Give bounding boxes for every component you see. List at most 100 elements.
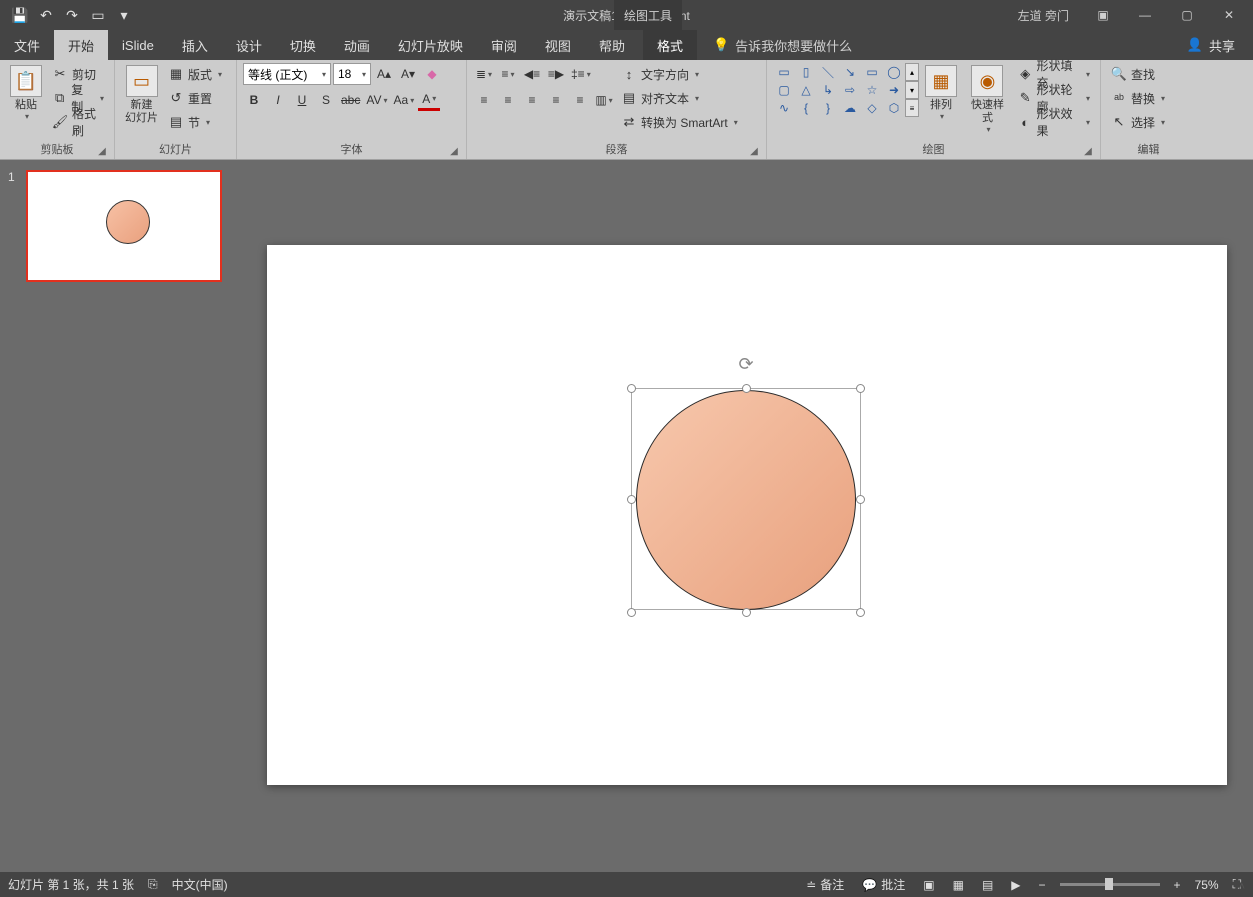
font-family-combo[interactable]: 等线 (正文)▾ bbox=[243, 63, 331, 85]
underline-button[interactable]: U bbox=[291, 89, 313, 111]
comments-button[interactable]: 💬批注 bbox=[858, 876, 909, 893]
tab-view[interactable]: 视图 bbox=[531, 30, 585, 60]
clipboard-launcher[interactable]: ◢ bbox=[96, 146, 108, 158]
zoom-slider[interactable] bbox=[1060, 883, 1160, 886]
change-case-button[interactable]: Aa▾ bbox=[392, 89, 417, 111]
justify-button[interactable]: ≡ bbox=[545, 89, 567, 111]
columns-button[interactable]: ▥▾ bbox=[593, 89, 615, 111]
ribbon-display-options[interactable]: ▣ bbox=[1083, 1, 1123, 29]
align-left-button[interactable]: ≡ bbox=[473, 89, 495, 111]
reading-view-button[interactable]: ▤ bbox=[978, 878, 997, 892]
decrease-indent-button[interactable]: ◀≡ bbox=[521, 63, 543, 85]
tab-format[interactable]: 格式 bbox=[643, 30, 697, 60]
slide[interactable]: ⟳ bbox=[267, 245, 1227, 785]
redo-button[interactable]: ↷ bbox=[60, 3, 84, 27]
shapes-scroll-down[interactable]: ▾ bbox=[905, 81, 919, 99]
selected-shape[interactable]: ⟳ bbox=[631, 388, 861, 613]
new-slide-button[interactable]: ▭ 新建 幻灯片 bbox=[121, 63, 162, 127]
start-from-beginning-button[interactable]: ▭ bbox=[86, 3, 110, 27]
shape-arrow-icon[interactable]: ↘ bbox=[839, 63, 861, 81]
user-name[interactable]: 左道 旁门 bbox=[1006, 7, 1081, 24]
resize-handle-sw[interactable] bbox=[627, 608, 636, 617]
resize-handle-w[interactable] bbox=[627, 495, 636, 504]
line-spacing-button[interactable]: ‡≡▾ bbox=[569, 63, 593, 85]
text-direction-button[interactable]: ↕文字方向▾ bbox=[617, 63, 742, 85]
clear-formatting-button[interactable]: ◆ bbox=[421, 63, 443, 85]
bullets-button[interactable]: ≣▾ bbox=[473, 63, 495, 85]
shape-bracket-icon[interactable]: { bbox=[795, 99, 817, 117]
tab-home[interactable]: 开始 bbox=[54, 30, 108, 60]
char-spacing-button[interactable]: AV▾ bbox=[364, 89, 389, 111]
font-size-combo[interactable]: 18▾ bbox=[333, 63, 371, 85]
find-button[interactable]: 🔍查找 bbox=[1107, 63, 1169, 85]
convert-smartart-button[interactable]: ⇄转换为 SmartArt▾ bbox=[617, 111, 742, 133]
zoom-level[interactable]: 75% bbox=[1195, 878, 1219, 892]
resize-handle-n[interactable] bbox=[742, 384, 751, 393]
shapes-gallery[interactable]: ▭ ▯ ＼ ↘ ▭ ◯ ▢ △ ↳ ⇨ ☆ ➜ ∿ { } ☁ ◇ bbox=[773, 63, 905, 117]
shape-callout-icon[interactable]: ☁ bbox=[839, 99, 861, 117]
shape-curve-icon[interactable]: ∿ bbox=[773, 99, 795, 117]
quick-styles-button[interactable]: ◉ 快速样式 ▾ bbox=[963, 63, 1012, 136]
spell-check-icon[interactable]: ⎘ bbox=[148, 877, 158, 892]
reset-button[interactable]: ↺重置 bbox=[164, 87, 226, 109]
align-right-button[interactable]: ≡ bbox=[521, 89, 543, 111]
distributed-button[interactable]: ≡ bbox=[569, 89, 591, 111]
maximize-button[interactable]: ▢ bbox=[1167, 1, 1207, 29]
zoom-out-button[interactable]: − bbox=[1035, 878, 1050, 892]
tab-islide[interactable]: iSlide bbox=[108, 30, 168, 60]
shape-textbox-icon[interactable]: ▭ bbox=[773, 63, 795, 81]
bold-button[interactable]: B bbox=[243, 89, 265, 111]
shape-connector-icon[interactable]: ↳ bbox=[817, 81, 839, 99]
notes-button[interactable]: ≐备注 bbox=[802, 876, 848, 893]
slide-thumbnail-1[interactable] bbox=[26, 170, 222, 282]
italic-button[interactable]: I bbox=[267, 89, 289, 111]
shape-arrow3-icon[interactable]: ➜ bbox=[883, 81, 905, 99]
paste-button[interactable]: 📋 粘贴 ▾ bbox=[6, 63, 46, 123]
tab-insert[interactable]: 插入 bbox=[168, 30, 222, 60]
undo-button[interactable]: ↶ bbox=[34, 3, 58, 27]
shape-vtextbox-icon[interactable]: ▯ bbox=[795, 63, 817, 81]
tab-animation[interactable]: 动画 bbox=[330, 30, 384, 60]
drawing-launcher[interactable]: ◢ bbox=[1082, 146, 1094, 158]
shapes-scroll-up[interactable]: ▴ bbox=[905, 63, 919, 81]
tab-design[interactable]: 设计 bbox=[222, 30, 276, 60]
shape-oval-icon[interactable]: ◯ bbox=[883, 63, 905, 81]
select-button[interactable]: ↖选择▾ bbox=[1107, 111, 1169, 133]
slide-canvas-area[interactable]: ⟳ bbox=[245, 160, 1253, 872]
resize-handle-e[interactable] bbox=[856, 495, 865, 504]
arrange-button[interactable]: ▦ 排列 ▾ bbox=[921, 63, 961, 123]
align-center-button[interactable]: ≡ bbox=[497, 89, 519, 111]
strikethrough-button[interactable]: abc bbox=[339, 89, 362, 111]
tab-file[interactable]: 文件 bbox=[0, 30, 54, 60]
numbering-button[interactable]: ≡▾ bbox=[497, 63, 519, 85]
resize-handle-nw[interactable] bbox=[627, 384, 636, 393]
paragraph-launcher[interactable]: ◢ bbox=[748, 146, 760, 158]
zoom-in-button[interactable]: + bbox=[1170, 878, 1185, 892]
tab-slideshow[interactable]: 幻灯片放映 bbox=[384, 30, 477, 60]
language-status[interactable]: 中文(中国) bbox=[172, 876, 228, 893]
qat-customize[interactable]: ▾ bbox=[112, 3, 136, 27]
rotate-handle[interactable]: ⟳ bbox=[738, 354, 753, 375]
close-button[interactable]: ✕ bbox=[1209, 1, 1249, 29]
minimize-button[interactable]: — bbox=[1125, 1, 1165, 29]
shape-triangle-icon[interactable]: △ bbox=[795, 81, 817, 99]
shapes-more[interactable]: ≡ bbox=[905, 99, 919, 117]
slide-sorter-button[interactable]: ▦ bbox=[949, 878, 968, 892]
tab-help[interactable]: 帮助 bbox=[585, 30, 639, 60]
shape-line-icon[interactable]: ＼ bbox=[817, 63, 839, 81]
section-button[interactable]: ▤节▾ bbox=[164, 111, 226, 133]
oval-shape[interactable] bbox=[636, 390, 856, 610]
collapse-ribbon-button[interactable]: ˄ bbox=[1239, 881, 1245, 893]
shape-more1-icon[interactable]: ◇ bbox=[861, 99, 883, 117]
shape-roundrect-icon[interactable]: ▢ bbox=[773, 81, 795, 99]
shape-bracket2-icon[interactable]: } bbox=[817, 99, 839, 117]
resize-handle-s[interactable] bbox=[742, 608, 751, 617]
shape-arrow2-icon[interactable]: ⇨ bbox=[839, 81, 861, 99]
format-painter-button[interactable]: 🖌格式刷 bbox=[48, 111, 108, 133]
replace-button[interactable]: ᵃᵇ替换▾ bbox=[1107, 87, 1169, 109]
font-color-button[interactable]: A▾ bbox=[418, 89, 440, 111]
slide-thumbnails-pane[interactable]: 1 bbox=[0, 160, 245, 872]
shape-effects-button[interactable]: ◐形状效果▾ bbox=[1014, 111, 1094, 133]
shape-star-icon[interactable]: ☆ bbox=[861, 81, 883, 99]
increase-indent-button[interactable]: ≡▶ bbox=[545, 63, 567, 85]
